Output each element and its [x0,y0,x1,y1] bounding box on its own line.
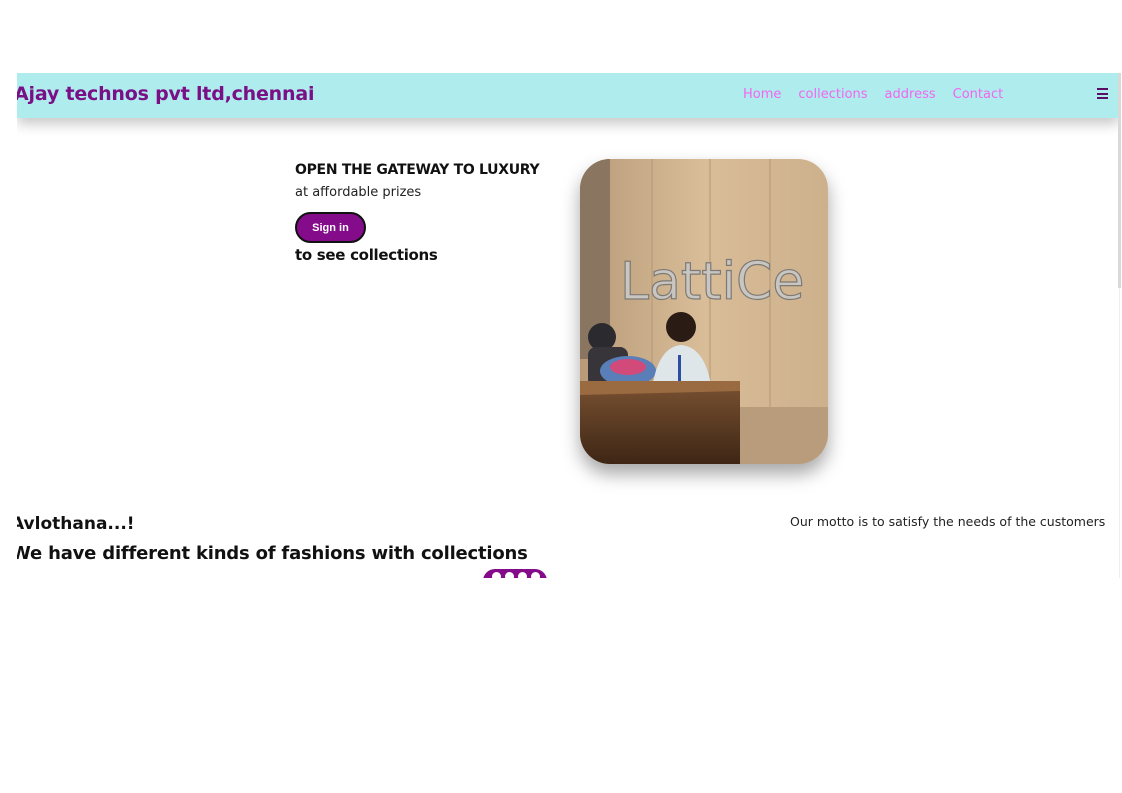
partial-button[interactable] [483,569,547,578]
nav-link-collections[interactable]: collections [798,87,867,102]
sign-in-button[interactable]: Sign in [295,212,366,243]
nav-link-home[interactable]: Home [743,87,781,102]
hamburger-menu-icon[interactable] [1097,88,1108,99]
page-viewport: Ajay technos pvt ltd,chennai Home collec… [17,73,1119,578]
nav-link-contact[interactable]: Contact [953,87,1004,102]
hero-title: OPEN THE GATEWAY TO LUXURY [295,162,540,178]
lattice-sign-text: LattiCe [620,252,804,312]
fashion-heading: We have different kinds of fashions with… [17,543,528,564]
vertical-scrollbar-track[interactable] [1119,288,1120,578]
nav-links: Home collections address Contact [743,87,1020,102]
motto-text: Our motto is to satisfy the needs of the… [790,514,1106,529]
nav-link-address[interactable]: address [885,87,936,102]
welcome-heading: Avlothana...! [17,514,135,534]
navbar: Ajay technos pvt ltd,chennai Home collec… [17,73,1119,118]
hero-cta-text: to see collections [295,246,438,264]
brand-title[interactable]: Ajay technos pvt ltd,chennai [17,83,314,105]
hero-subtitle: at affordable prizes [295,185,422,200]
vertical-scrollbar-thumb[interactable] [1118,73,1121,288]
hero-photo: LattiCe [580,159,828,464]
